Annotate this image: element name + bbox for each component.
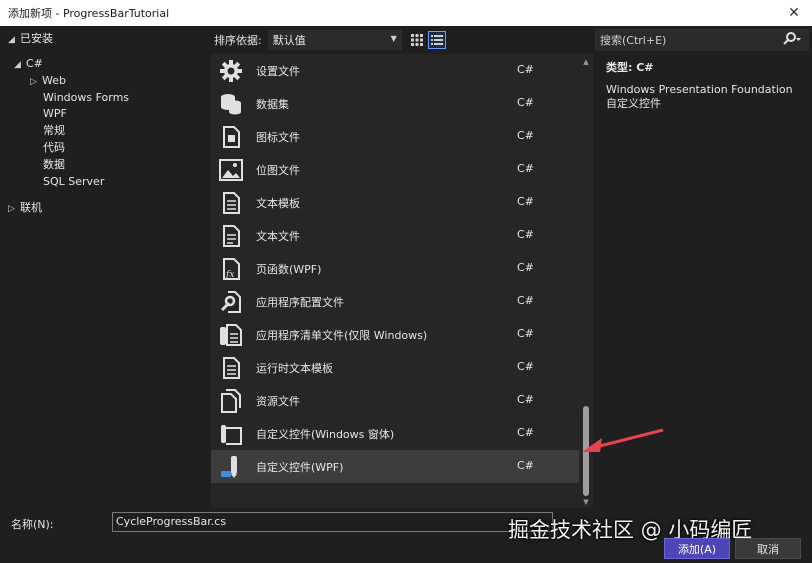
- collapsed-triangle-icon: ▷: [30, 77, 37, 87]
- list-item[interactable]: 图标文件 C#: [211, 120, 579, 153]
- list-item[interactable]: 应用程序配置文件 C#: [211, 285, 579, 318]
- scroll-down-icon[interactable]: ▼: [582, 498, 590, 506]
- item-name: 资源文件: [256, 395, 300, 408]
- item-name: 文本模板: [256, 197, 300, 210]
- template-tree: ◢ 已安装 ◢ C# ▷ Web Windows Forms WPF 常规 代码 数据…: [0, 26, 210, 508]
- sort-label: 排序依据:: [214, 34, 262, 47]
- tree-node-data[interactable]: 数据: [43, 157, 65, 173]
- title-bar: 添加新项 - ProgressBarTutorial ✕: [0, 0, 812, 26]
- name-field[interactable]: CycleProgressBar.cs: [112, 512, 553, 532]
- list-item-selected[interactable]: 自定义控件(WPF) C#: [211, 450, 579, 483]
- runtime-template-icon: [218, 355, 244, 381]
- sort-toolbar: 排序依据: 默认值 ▼: [210, 29, 592, 51]
- item-language: C#: [517, 228, 534, 241]
- image-icon: [218, 157, 244, 183]
- resource-file-icon: [218, 388, 244, 414]
- item-language: C#: [517, 96, 534, 109]
- tree-node-web[interactable]: ▷ Web: [30, 73, 66, 89]
- grid-view-button[interactable]: [408, 31, 426, 49]
- item-name: 图标文件: [256, 131, 300, 144]
- scroll-thumb[interactable]: [583, 406, 589, 496]
- item-language: C#: [517, 195, 534, 208]
- list-item[interactable]: 设置文件 C#: [211, 54, 579, 87]
- window-title: 添加新项 - ProgressBarTutorial: [8, 7, 170, 20]
- tree-node-windows-forms[interactable]: Windows Forms: [43, 90, 129, 106]
- expanded-triangle-icon: ◢: [8, 35, 15, 45]
- tree-node-sql-server[interactable]: SQL Server: [43, 174, 104, 190]
- text-template-icon: [218, 190, 244, 216]
- tree-node-code[interactable]: 代码: [43, 140, 65, 156]
- manifest-icon: [218, 322, 244, 348]
- custom-control-wpf-icon: [218, 454, 244, 480]
- grid-view-icon: [410, 34, 423, 46]
- cancel-button[interactable]: 取消: [735, 538, 801, 559]
- list-item[interactable]: 文本模板 C#: [211, 186, 579, 219]
- list-item[interactable]: 运行时文本模板 C#: [211, 351, 579, 384]
- item-language: C#: [517, 459, 534, 472]
- icon-file-icon: [218, 124, 244, 150]
- expanded-triangle-icon: ◢: [14, 60, 21, 70]
- scroll-up-icon[interactable]: ▲: [582, 58, 590, 66]
- tree-node-wpf[interactable]: WPF: [43, 106, 67, 122]
- collapsed-triangle-icon: ▷: [8, 204, 15, 214]
- item-language: C#: [517, 261, 534, 274]
- item-language: C#: [517, 393, 534, 406]
- list-item[interactable]: fx 页函数(WPF) C#: [211, 252, 579, 285]
- item-name: 页函数(WPF): [256, 263, 322, 276]
- tree-node-online[interactable]: ▷ 联机: [8, 200, 42, 216]
- template-list: 设置文件 C# 数据集 C# 图标文件 C# 位图文件 C# 文本模板 C# 文…: [211, 54, 593, 508]
- list-scrollbar[interactable]: ▲ ▼: [580, 56, 592, 508]
- list-item[interactable]: 数据集 C#: [211, 87, 579, 120]
- list-item[interactable]: 位图文件 C#: [211, 153, 579, 186]
- item-name: 位图文件: [256, 164, 300, 177]
- item-name: 文本文件: [256, 230, 300, 243]
- sort-dropdown[interactable]: 默认值 ▼: [267, 30, 402, 50]
- list-item[interactable]: 文本文件 C#: [211, 219, 579, 252]
- item-language: C#: [517, 426, 534, 439]
- item-language: C#: [517, 360, 534, 373]
- sort-value: 默认值: [272, 34, 306, 47]
- detail-description: Windows Presentation Foundation 自定义控件: [606, 83, 793, 110]
- database-icon: [218, 91, 244, 117]
- detail-type: 类型: C#: [606, 61, 654, 74]
- config-file-icon: [218, 289, 244, 315]
- item-name: 应用程序清单文件(仅限 Windows): [256, 329, 428, 342]
- tree-node-csharp[interactable]: ◢ C#: [14, 56, 43, 72]
- list-item[interactable]: 应用程序清单文件(仅限 Windows) C#: [211, 318, 579, 351]
- close-icon[interactable]: ✕: [786, 5, 802, 21]
- add-button[interactable]: 添加(A): [664, 538, 730, 559]
- list-view-button[interactable]: [427, 31, 446, 49]
- tree-node-installed[interactable]: ◢ 已安装: [8, 31, 53, 47]
- item-language: C#: [517, 129, 534, 142]
- dialog-body: ◢ 已安装 ◢ C# ▷ Web Windows Forms WPF 常规 代码 数据…: [0, 26, 812, 563]
- item-language: C#: [517, 327, 534, 340]
- item-name: 设置文件: [256, 65, 300, 78]
- item-language: C#: [517, 294, 534, 307]
- tree-node-general[interactable]: 常规: [43, 123, 65, 139]
- search-placeholder: 搜索(Ctrl+E): [600, 34, 667, 47]
- item-name: 数据集: [256, 98, 289, 111]
- detail-panel: 类型: C# Windows Presentation Foundation 自…: [606, 59, 802, 111]
- item-name: 自定义控件(Windows 窗体): [256, 428, 395, 441]
- page-function-icon: fx: [218, 256, 244, 282]
- list-item[interactable]: 自定义控件(Windows 窗体) C#: [211, 417, 579, 450]
- name-label: 名称(N):: [11, 518, 54, 531]
- text-file-icon: [218, 223, 244, 249]
- item-language: C#: [517, 63, 534, 76]
- custom-control-winforms-icon: [218, 421, 244, 447]
- item-name: 应用程序配置文件: [256, 296, 344, 309]
- gear-icon: [218, 58, 244, 84]
- item-language: C#: [517, 162, 534, 175]
- item-name: 运行时文本模板: [256, 362, 333, 375]
- list-item[interactable]: 资源文件 C#: [211, 384, 579, 417]
- search-input[interactable]: 搜索(Ctrl+E): [595, 29, 809, 51]
- search-icon[interactable]: [783, 31, 801, 50]
- chevron-down-icon: ▼: [390, 34, 397, 43]
- svg-text:fx: fx: [225, 270, 234, 280]
- item-name: 自定义控件(WPF): [256, 461, 344, 474]
- list-view-icon: [430, 35, 443, 45]
